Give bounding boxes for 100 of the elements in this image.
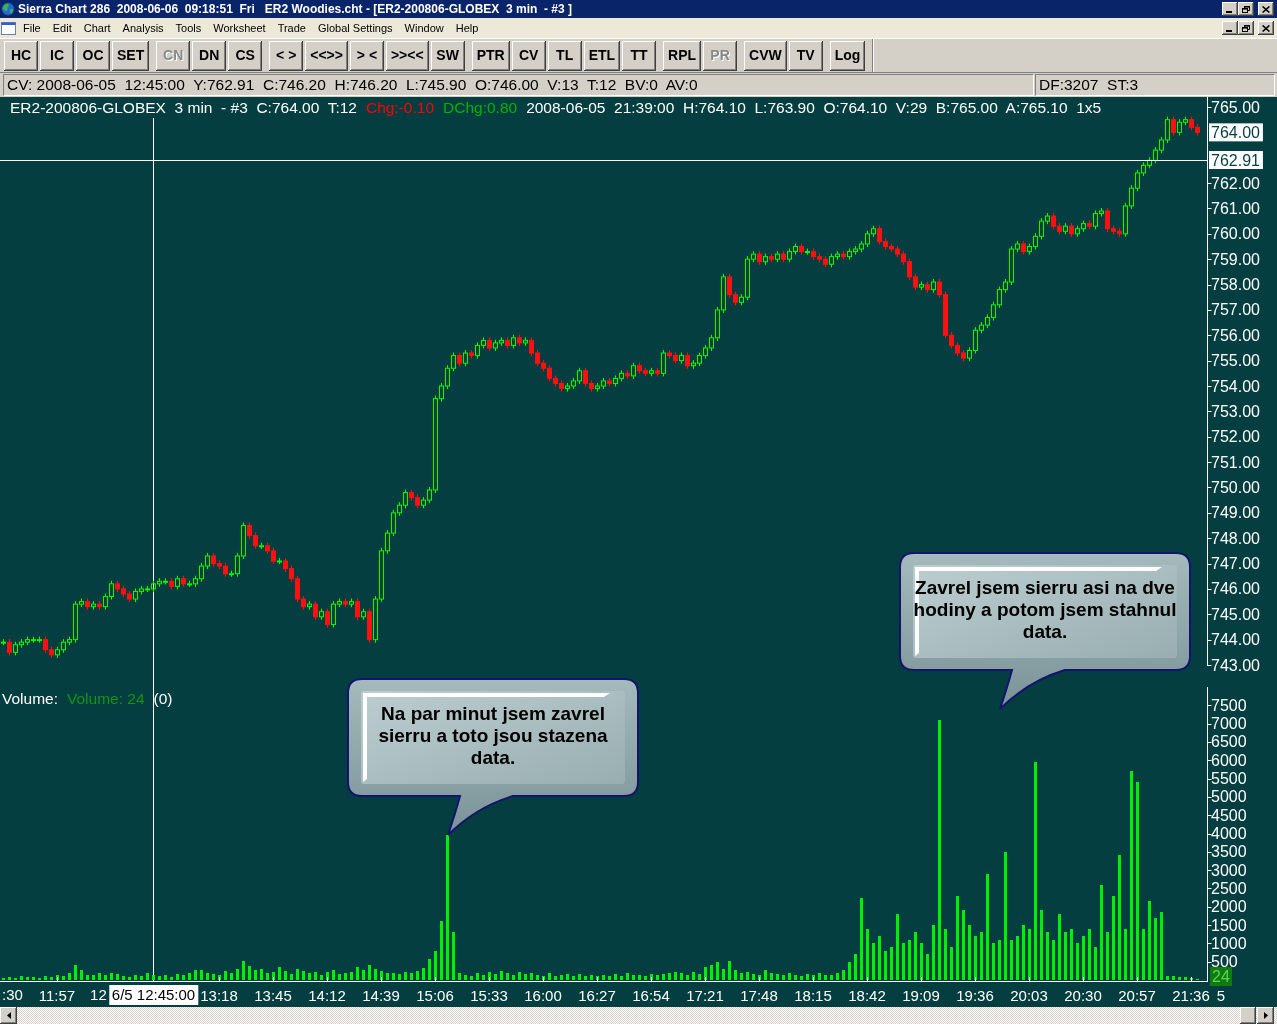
- time-axis-label: 16:54: [632, 987, 670, 1004]
- chart-header-text: Chg:-0.10: [365, 98, 434, 117]
- toolbar-button[interactable]: DN: [192, 40, 227, 71]
- price-axis-label: 743.00: [1211, 656, 1260, 674]
- bar: [686, 975, 689, 980]
- bar: [254, 970, 257, 980]
- bar: [1070, 929, 1073, 980]
- bar: [86, 975, 89, 980]
- restore-button[interactable]: [1238, 2, 1254, 16]
- toolbar-button[interactable]: SET: [112, 40, 150, 71]
- menu-item[interactable]: Edit: [46, 19, 78, 37]
- close-icon: [1262, 5, 1270, 13]
- scrollbar-thumb[interactable]: [1240, 1007, 1256, 1024]
- bar: [1100, 885, 1103, 980]
- bar: [362, 970, 365, 980]
- restore-button[interactable]: [1238, 21, 1254, 35]
- restore-icon: [1242, 24, 1250, 32]
- bar: [164, 975, 167, 980]
- toolbar-button[interactable]: Log: [829, 40, 866, 71]
- time-axis-label: 17:21: [686, 987, 724, 1004]
- price-axis-label: 760.00: [1211, 225, 1260, 243]
- toolbar-button[interactable]: < >: [269, 40, 304, 71]
- volume-axis-label: 4000: [1211, 825, 1247, 842]
- time-axis-label: 14:39: [362, 987, 400, 1004]
- toolbar-button[interactable]: CVW: [744, 40, 787, 71]
- bar: [1184, 977, 1187, 980]
- bar: [128, 977, 131, 980]
- bar: [284, 971, 287, 980]
- bar: [236, 969, 239, 980]
- bar: [644, 976, 647, 980]
- bar: [248, 966, 251, 980]
- menu-item[interactable]: Window: [398, 19, 450, 37]
- time-axis-label: 13:18: [200, 987, 238, 1004]
- bar: [1154, 918, 1157, 980]
- toolbar-button[interactable]: HC: [4, 40, 38, 71]
- bar: [794, 975, 797, 980]
- bar: [824, 975, 827, 980]
- toolbar-button[interactable]: <<>>: [305, 40, 348, 71]
- toolbar-button[interactable]: CS: [228, 40, 263, 71]
- toolbar-button[interactable]: TL: [547, 40, 582, 71]
- bar: [920, 943, 923, 980]
- time-axis-label: 14:12: [308, 987, 346, 1004]
- restore-icon: [1242, 5, 1250, 13]
- menu-item[interactable]: Worksheet: [207, 19, 272, 37]
- time-axis-label: :30: [2, 986, 23, 1004]
- horizontal-scrollbar[interactable]: [0, 1007, 1277, 1024]
- toolbar-button[interactable]: TT: [622, 40, 657, 71]
- bar: [278, 967, 281, 980]
- bar: [668, 973, 671, 980]
- toolbar-button[interactable]: CV: [511, 40, 546, 71]
- bar: [428, 959, 431, 980]
- bar: [548, 973, 551, 980]
- toolbar-button[interactable]: PTR: [471, 40, 510, 71]
- toolbar-button[interactable]: >><<: [385, 40, 429, 71]
- price-axis-label: 765.00: [1211, 98, 1260, 116]
- bar: [938, 720, 941, 980]
- toolbar-button[interactable]: ETL: [583, 40, 621, 71]
- bar: [572, 976, 575, 980]
- price-axis-label: 744.00: [1211, 631, 1260, 649]
- time-axis-label: 15:33: [470, 987, 508, 1004]
- toolbar-button[interactable]: IC: [40, 40, 74, 71]
- toolbar-button[interactable]: RPL: [663, 40, 702, 71]
- price-axis-label: 747.00: [1211, 555, 1260, 573]
- bar: [506, 973, 509, 980]
- bar: [944, 929, 947, 980]
- volume-axis-label: 5000: [1211, 788, 1247, 806]
- minimize-button[interactable]: [1222, 21, 1238, 35]
- bar: [560, 975, 563, 980]
- menu-item[interactable]: Global Settings: [311, 19, 399, 37]
- time-axis-label: 5: [1216, 987, 1226, 1004]
- bar: [968, 925, 971, 980]
- close-button[interactable]: [1258, 2, 1274, 16]
- close-button[interactable]: [1258, 21, 1274, 35]
- menu-item[interactable]: Analysis: [116, 19, 170, 37]
- toolbar-button[interactable]: TV: [788, 40, 823, 71]
- bar: [122, 976, 125, 980]
- toolbar-button[interactable]: SW: [430, 40, 465, 71]
- menu-item[interactable]: Chart: [77, 19, 117, 37]
- scroll-right-button[interactable]: [1257, 1007, 1274, 1024]
- toolbar-button[interactable]: > <: [349, 40, 384, 71]
- bar: [698, 974, 701, 980]
- toolbar-button[interactable]: OC: [76, 40, 110, 71]
- bar: [44, 976, 47, 980]
- bar: [92, 975, 95, 980]
- price-axis-label: 746.00: [1211, 580, 1260, 598]
- bar: [632, 975, 635, 980]
- menu-item[interactable]: File: [17, 19, 47, 37]
- menu-item[interactable]: Help: [449, 19, 485, 37]
- bar: [956, 896, 959, 980]
- bar: [926, 954, 929, 980]
- last-volume-label: 24: [1210, 967, 1232, 986]
- menu-item[interactable]: Tools: [169, 19, 208, 37]
- bar: [404, 972, 407, 980]
- bar: [446, 835, 449, 980]
- minimize-button[interactable]: [1222, 2, 1238, 16]
- bar: [962, 910, 965, 980]
- bar: [224, 971, 227, 980]
- scroll-left-button[interactable]: [0, 1007, 17, 1024]
- window-icon: [1, 21, 16, 35]
- menu-item[interactable]: Trade: [271, 19, 312, 37]
